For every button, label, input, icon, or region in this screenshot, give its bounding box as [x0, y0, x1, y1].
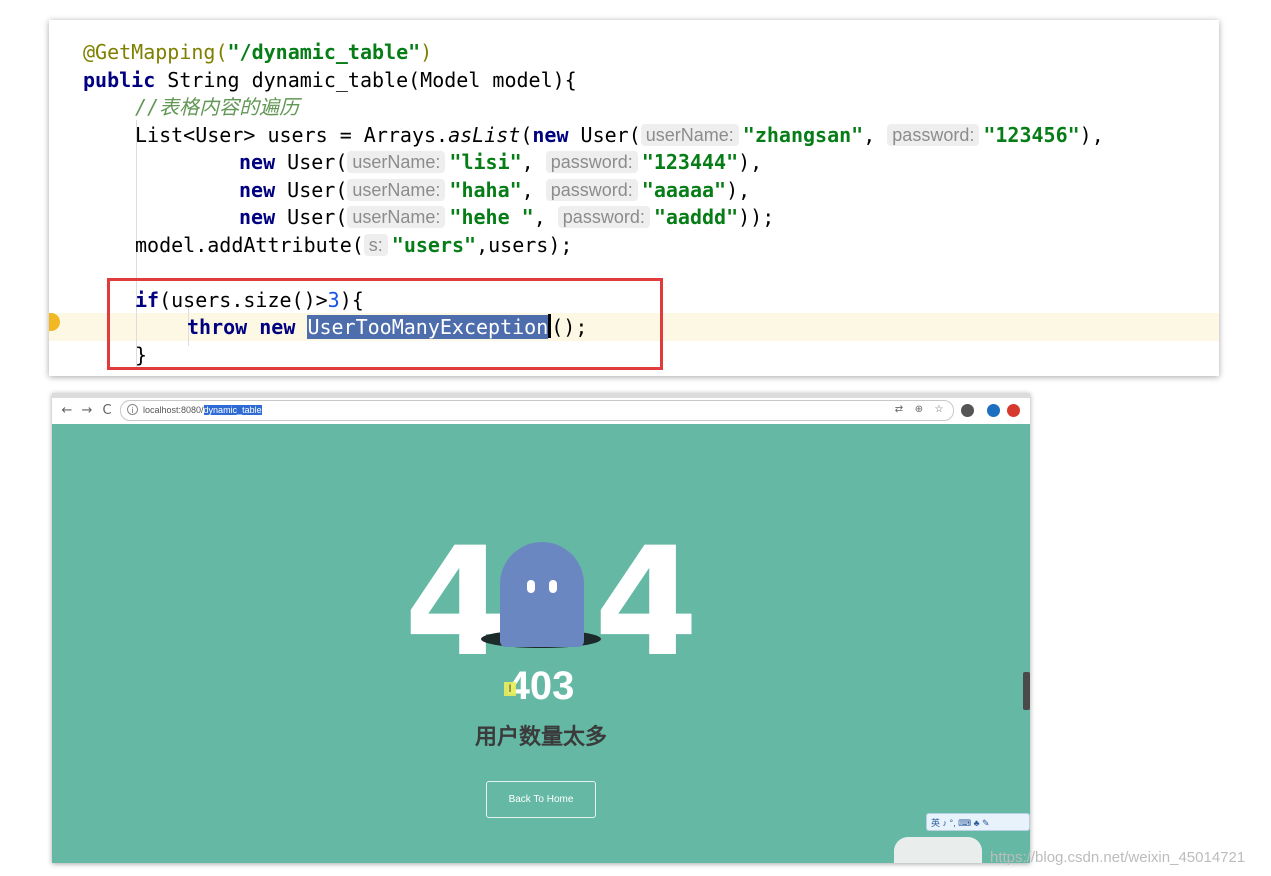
address-bar[interactable]: i localhost:8080/dynamic_table ⇄ ⊕ ☆	[120, 400, 954, 421]
code-line-4: List<User> users = Arrays.asList(new Use…	[135, 123, 1104, 147]
code-editor[interactable]: @GetMapping("/dynamic_table") public Str…	[49, 20, 1219, 376]
text-cursor-icon: I	[504, 682, 516, 696]
param-hint: userName:	[347, 151, 446, 173]
page-viewport: 4 4 403 I 用户数量太多 Back To Home 英 ♪ °, ⌨ ♣…	[52, 424, 1030, 863]
code-line-1: @GetMapping("/dynamic_table")	[83, 40, 433, 64]
code-line-2: public String dynamic_table(Model model)…	[83, 68, 577, 92]
reload-icon[interactable]: C	[98, 402, 116, 420]
scrollbar-handle[interactable]	[1023, 672, 1030, 710]
code-line-6: new User(userName: "haha", password: "aaaa…	[239, 178, 751, 202]
code-line-7: new User(userName: "hehe ", password: "aad…	[239, 205, 775, 229]
extension-icon[interactable]	[1007, 404, 1020, 417]
bookmark-star-icon[interactable]: ☆	[932, 403, 946, 417]
mascot-overlay	[894, 837, 982, 863]
watermark-text: https://blog.csdn.net/weixin_45014721	[990, 849, 1246, 866]
forward-arrow-icon[interactable]: →	[78, 402, 96, 420]
ghost-eye	[549, 580, 557, 593]
ghost-eye	[527, 580, 535, 593]
ghost-icon	[500, 542, 584, 647]
browser-toolbar: ← → C i localhost:8080/dynamic_table ⇄ ⊕…	[52, 398, 1030, 425]
highlight-annotation-box	[107, 278, 663, 370]
param-hint: userName:	[347, 206, 446, 228]
param-hint: userName:	[347, 179, 446, 201]
zoom-icon[interactable]: ⊕	[912, 403, 926, 417]
browser-window: ← → C i localhost:8080/dynamic_table ⇄ ⊕…	[52, 393, 1030, 863]
digit-four-right: 4	[594, 516, 699, 690]
code-line-8: model.addAttribute(s: "users",users);	[135, 233, 573, 257]
param-hint: password:	[545, 179, 638, 201]
info-icon[interactable]: i	[127, 404, 138, 415]
error-message: 用户数量太多	[474, 725, 607, 750]
digit-four-left: 4	[404, 516, 509, 690]
back-to-home-button[interactable]: Back To Home	[486, 781, 596, 818]
error-code: 403	[507, 664, 575, 708]
code-line-3: //表格内容的遍历	[135, 95, 300, 119]
ime-toolbar[interactable]: 英 ♪ °, ⌨ ♣ ✎	[926, 813, 1030, 831]
url-text[interactable]: localhost:8080/dynamic_table	[143, 403, 262, 418]
translate-icon[interactable]: ⇄	[892, 403, 906, 417]
param-hint: userName:	[640, 124, 739, 146]
param-hint: password:	[557, 206, 650, 228]
back-arrow-icon[interactable]: ←	[58, 402, 76, 420]
extension-icon[interactable]	[987, 404, 1000, 417]
param-hint: password:	[887, 124, 980, 146]
param-hint: password:	[545, 151, 638, 173]
extension-icon[interactable]	[961, 404, 974, 417]
param-hint: s:	[363, 234, 388, 256]
code-line-5: new User(userName: "lisi", password: "1234…	[239, 150, 763, 174]
